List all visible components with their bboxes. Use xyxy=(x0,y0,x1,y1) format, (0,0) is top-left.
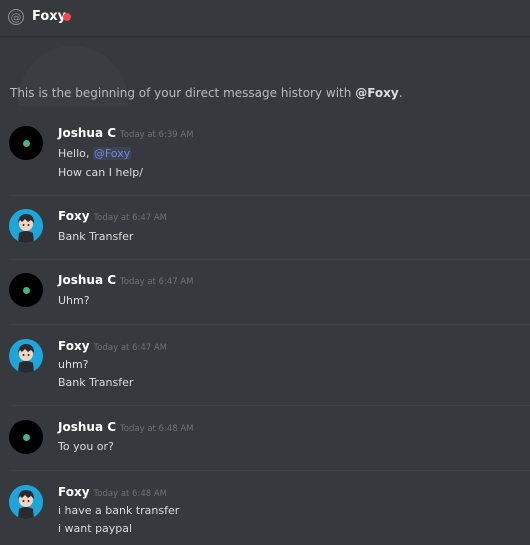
avatar[interactable] xyxy=(9,273,43,307)
author-name[interactable]: Joshua C xyxy=(58,420,116,434)
message-author[interactable]: Foxy Today at 6:47 AM xyxy=(58,209,167,223)
avatar[interactable] xyxy=(9,209,43,243)
message-author[interactable]: Foxy Today at 6:48 AM xyxy=(58,485,167,499)
message-author[interactable]: Joshua C Today at 6:48 AM xyxy=(58,420,194,434)
message-divider xyxy=(10,470,530,471)
message-divider xyxy=(10,259,530,260)
author-name[interactable]: Joshua C xyxy=(58,126,116,140)
green-dot-icon xyxy=(23,140,30,147)
message-timestamp: Today at 6:48 AM xyxy=(93,489,167,499)
message-author[interactable]: Foxy Today at 6:47 AM xyxy=(58,339,167,353)
avatar[interactable] xyxy=(9,420,43,454)
message-content: Bank Transfer xyxy=(58,376,134,389)
message-content: i have a bank transfer xyxy=(58,504,180,517)
green-dot-icon xyxy=(23,434,30,441)
channel-header: @ Foxy xyxy=(0,0,530,37)
author-name[interactable]: Foxy xyxy=(58,485,90,499)
message-divider xyxy=(10,324,530,325)
user-mention[interactable]: @Foxy xyxy=(92,147,132,160)
message-content: i want paypal xyxy=(58,522,133,535)
author-name[interactable]: Joshua C xyxy=(58,273,116,287)
message-divider xyxy=(10,405,530,406)
message-text: Hello, xyxy=(58,147,93,160)
avatar[interactable] xyxy=(9,126,43,160)
status-dnd-icon xyxy=(63,13,71,21)
foxy-avatar-icon xyxy=(9,339,43,373)
message-author[interactable]: Joshua C Today at 6:39 AM xyxy=(58,126,194,140)
beginning-suffix: . xyxy=(398,86,403,100)
message-timestamp: Today at 6:47 AM xyxy=(93,343,167,353)
author-name[interactable]: Foxy xyxy=(58,339,90,353)
foxy-avatar-icon xyxy=(9,209,43,243)
dm-recipient-name[interactable]: Foxy xyxy=(32,9,66,24)
green-dot-icon xyxy=(23,287,30,294)
message-timestamp: Today at 6:48 AM xyxy=(120,424,194,434)
message-content: Bank Transfer xyxy=(58,230,134,243)
message-timestamp: Today at 6:39 AM xyxy=(120,130,194,140)
foxy-avatar-icon xyxy=(9,485,43,519)
message-content: uhm? xyxy=(58,358,89,371)
message-content: Uhm? xyxy=(58,294,90,307)
message-divider xyxy=(10,195,530,196)
avatar[interactable] xyxy=(9,339,43,373)
author-name[interactable]: Foxy xyxy=(58,209,90,223)
at-icon: @ xyxy=(8,9,24,25)
message-content: Hello, @Foxy xyxy=(58,147,132,160)
avatar[interactable] xyxy=(9,485,43,519)
dm-beginning-text: This is the beginning of your direct mes… xyxy=(10,86,403,100)
message-timestamp: Today at 6:47 AM xyxy=(93,213,167,223)
beginning-prefix: This is the beginning of your direct mes… xyxy=(10,86,356,100)
message-content: To you or? xyxy=(58,440,114,453)
message-content: How can I help/ xyxy=(58,166,143,179)
beginning-handle[interactable]: @Foxy xyxy=(355,86,399,100)
message-timestamp: Today at 6:47 AM xyxy=(120,277,194,287)
message-author[interactable]: Joshua C Today at 6:47 AM xyxy=(58,273,194,287)
